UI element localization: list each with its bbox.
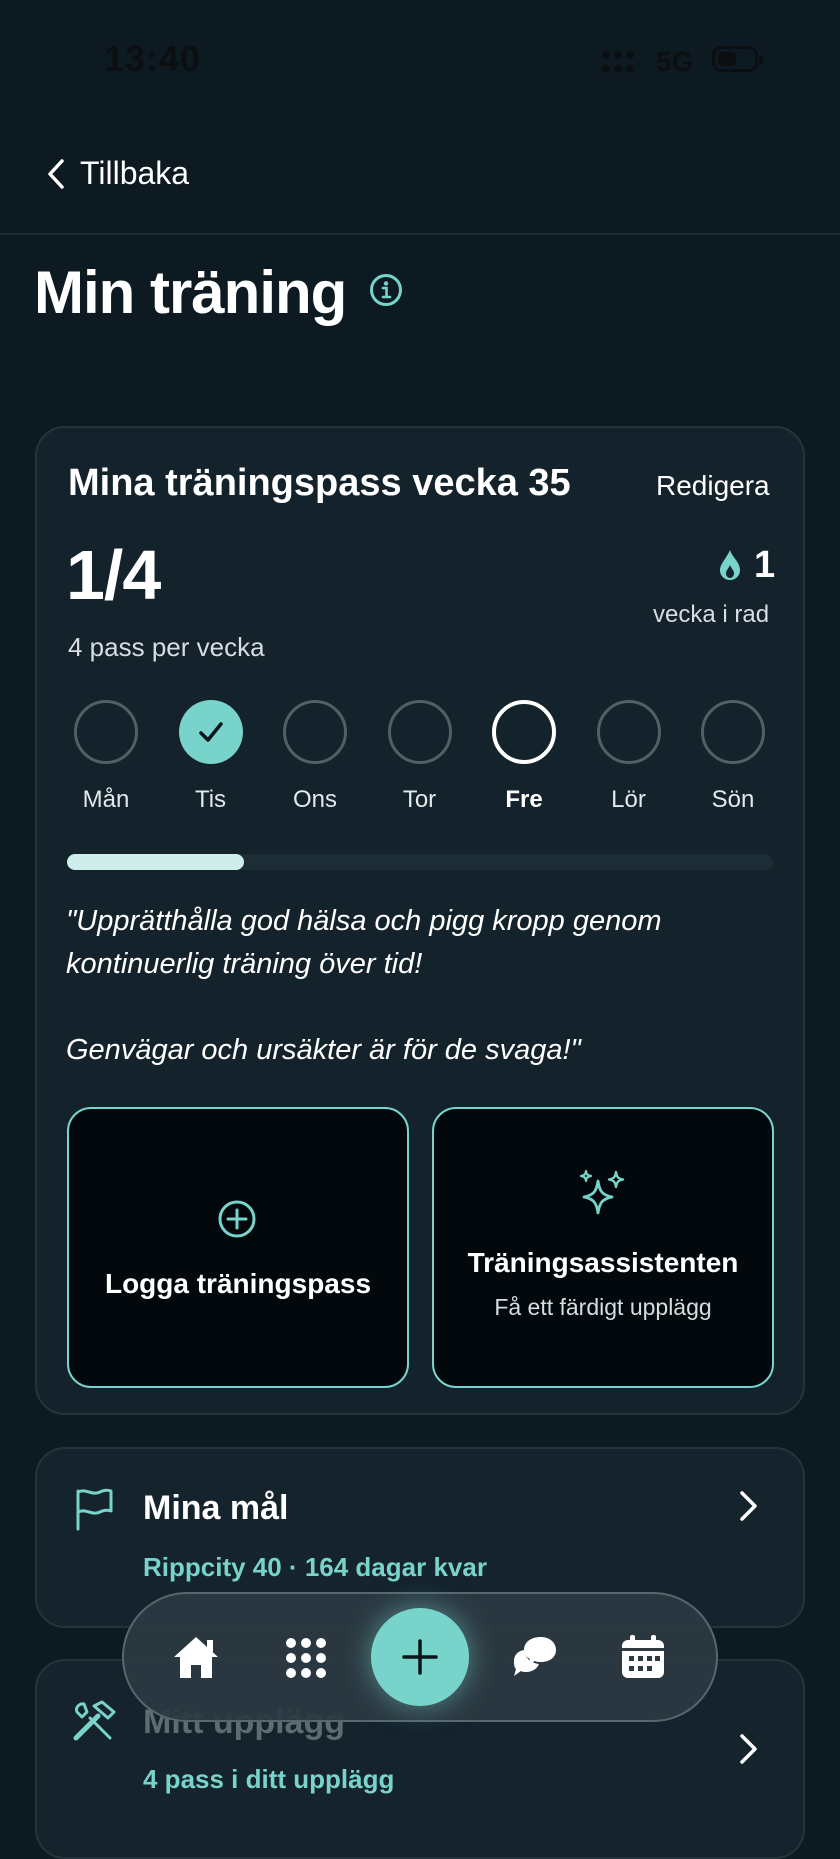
day-label: Mån [82, 786, 130, 813]
chat-icon[interactable] [510, 1634, 558, 1680]
home-icon[interactable] [172, 1634, 220, 1680]
log-session-button[interactable] [67, 1107, 409, 1388]
day-circle-3[interactable] [283, 700, 347, 764]
tools-icon [73, 1700, 116, 1741]
add-icon [402, 1639, 438, 1675]
calendar-icon[interactable] [620, 1634, 666, 1680]
quote-line: Genvägar och ursäkter är för de svaga!" [66, 1034, 581, 1066]
battery-icon [712, 46, 763, 72]
back-label: Tillbaka [80, 155, 190, 191]
motivation-quote: "Upprätthålla god hälsa och pigg kropp g… [66, 900, 766, 1072]
day-label: Sön [711, 786, 755, 813]
assistant-title: Träningsassistenten [467, 1247, 739, 1278]
network-label: 5G [656, 46, 694, 77]
plan-subtitle: 4 pass i ditt upplägg [143, 1764, 395, 1794]
grid-icon[interactable] [284, 1636, 328, 1680]
day-circle-4[interactable] [387, 700, 452, 764]
day-label: Tis [194, 786, 227, 813]
assistant-subtitle: Få ett färdigt upplägg [494, 1294, 712, 1320]
day-label: Fre [505, 786, 543, 813]
streak-count: 1 [754, 544, 776, 586]
status-time: 13:40 [104, 38, 202, 79]
sessions-per-week: 4 pass per vecka [68, 632, 265, 662]
progress-fill [67, 854, 244, 870]
chevron-left-icon [48, 158, 64, 189]
flame-icon [720, 550, 740, 580]
page-title: Min träning [34, 259, 347, 326]
chevron-right-icon [740, 1734, 757, 1764]
weekly-card-title: Mina träningspass vecka 35 [68, 462, 571, 504]
flag-icon [76, 1488, 113, 1531]
day-circle-5[interactable] [492, 700, 556, 764]
quote-line: "Upprätthålla god hälsa och pigg kropp g… [66, 905, 662, 937]
sparkles-icon [579, 1169, 625, 1215]
edit-button[interactable]: Redigera [656, 470, 770, 502]
day-label: Ons [292, 786, 337, 813]
header-divider [0, 233, 840, 235]
info-icon[interactable] [369, 273, 403, 307]
quote-line: kontinuerlig träning över tid! [66, 948, 423, 980]
day-circle-6[interactable] [596, 700, 661, 764]
day-circle-1[interactable] [74, 700, 138, 764]
day-label: Lör [611, 786, 646, 813]
check-icon [198, 722, 223, 742]
goals-subtitle: Rippcity 40 · 164 dagar kvar [143, 1552, 487, 1582]
day-label: Tor [402, 786, 437, 813]
log-session-label: Logga träningspass [104, 1268, 372, 1299]
day-circle-7[interactable] [701, 700, 765, 764]
plus-circle-icon [218, 1200, 256, 1238]
day-circle-2[interactable] [178, 700, 243, 764]
session-count: 1/4 [66, 536, 161, 614]
streak-label: vecka i rad [653, 601, 770, 628]
goals-title: Mina mål [143, 1489, 289, 1527]
chevron-right-icon [740, 1491, 757, 1521]
signal-icon [602, 51, 634, 73]
back-button[interactable]: Tillbaka [46, 155, 189, 192]
